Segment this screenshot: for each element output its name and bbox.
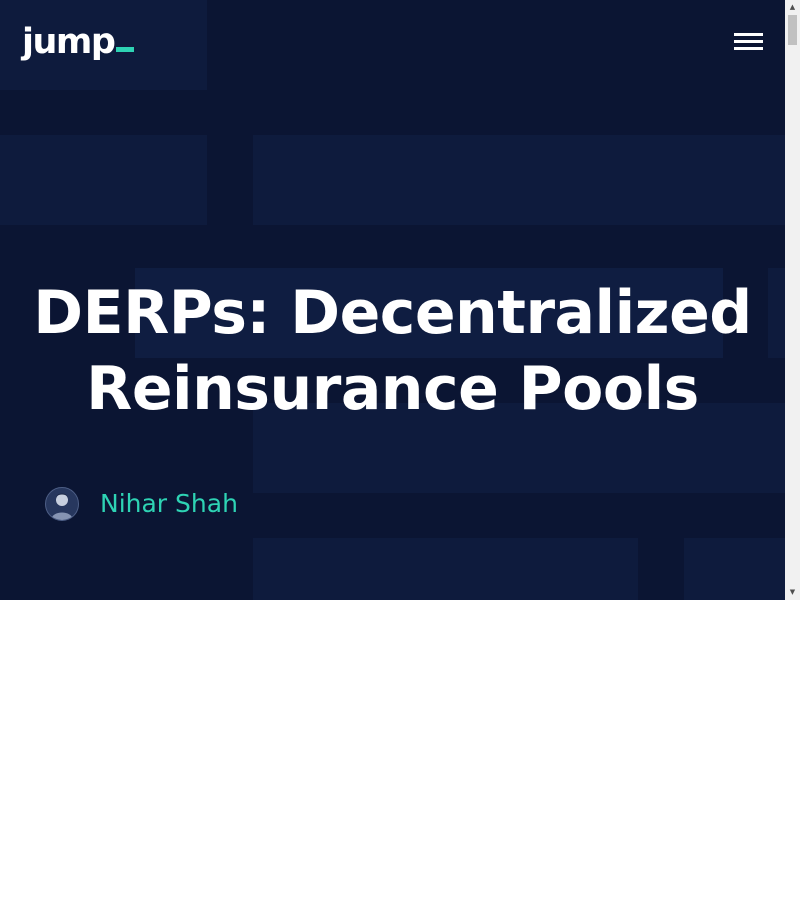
background-tile [684,538,785,600]
hamburger-menu-button[interactable] [732,31,764,53]
article-title: DERPs: Decentralized Reinsurance Pools [33,278,752,424]
logo-wordmark: jump [22,22,116,62]
author-name-link[interactable]: Nihar Shah [100,487,238,521]
scroll-up-arrow-icon[interactable]: ▲ [785,0,800,15]
background-tile [253,135,785,225]
jump-logo[interactable]: jump [22,14,135,62]
article-author: Nihar Shah [45,487,238,521]
logo-underscore-accent [116,47,135,52]
scroll-down-arrow-icon[interactable]: ▼ [785,585,800,600]
background-tile [253,538,638,600]
background-tile [0,135,207,225]
author-avatar[interactable] [45,487,79,521]
vertical-scrollbar[interactable]: ▲ ▼ [785,0,800,600]
hero-section: jump DERPs: Decentralized Reinsurance Po… [0,0,785,600]
scrollbar-thumb[interactable] [788,15,797,45]
